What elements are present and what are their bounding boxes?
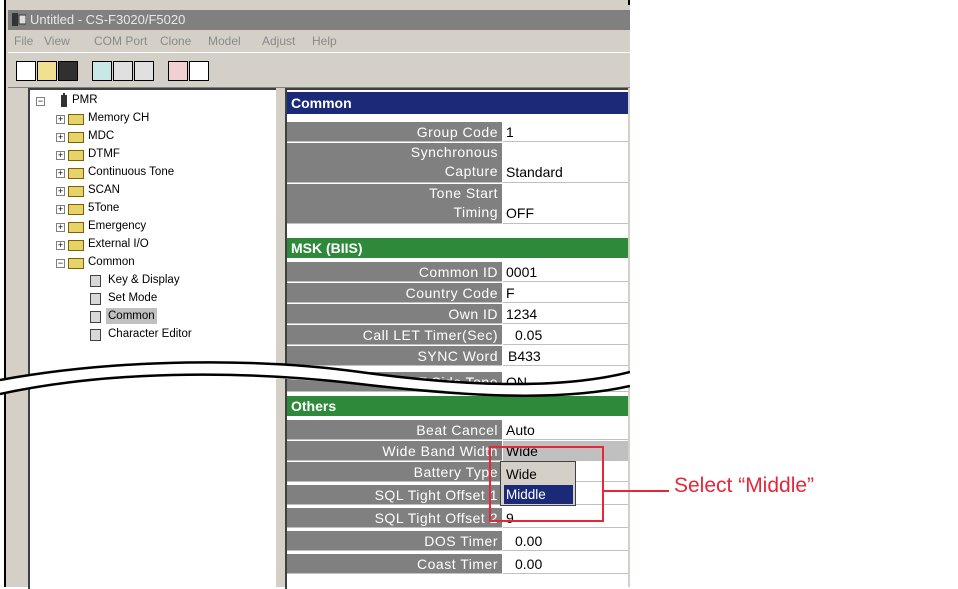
label-sql-tight-offset-1: SQL Tight Offset 1: [287, 485, 502, 505]
transfer-icon[interactable]: [134, 61, 154, 81]
document-icon: [90, 329, 101, 341]
cut-break-mark: [0, 361, 630, 397]
value-country-code[interactable]: F: [503, 283, 628, 303]
app-icon: [12, 13, 26, 26]
folder-icon: [68, 186, 84, 197]
label-country-code: Country Code: [287, 283, 502, 303]
tree-item-set-mode[interactable]: Set Mode: [108, 290, 157, 306]
tree-item-dtmf[interactable]: DTMF: [88, 146, 120, 162]
radio-icon: [61, 93, 67, 107]
title-bar: Untitled - CS-F3020/F5020: [8, 10, 630, 30]
tree-item-common[interactable]: Common: [88, 254, 135, 270]
value-dos-timer[interactable]: 0.00: [503, 531, 628, 551]
tree-item-external-io[interactable]: External I/O: [88, 236, 149, 252]
collapse-icon[interactable]: −: [36, 97, 45, 106]
expand-icon[interactable]: +: [56, 187, 65, 196]
help-pointer-icon[interactable]: [189, 61, 209, 81]
label-line: Capture: [444, 163, 498, 179]
value-call-let-timer[interactable]: 0.05: [503, 325, 628, 345]
label-dos-timer: DOS Timer: [287, 531, 502, 551]
read-radio-icon[interactable]: [92, 61, 112, 81]
label-group-code: Group Code: [287, 122, 502, 142]
tree-item-memory-ch[interactable]: Memory CH: [88, 110, 149, 126]
callout-text: Select “Middle”: [674, 474, 815, 497]
label-call-let-timer: Call LET Timer(Sec): [287, 325, 502, 345]
window-edge: [628, 0, 630, 5]
menu-file[interactable]: File: [14, 34, 33, 48]
value-tone-start-timing[interactable]: OFF: [503, 184, 628, 224]
expand-icon[interactable]: +: [56, 169, 65, 178]
label-coast-timer: Coast Timer: [287, 554, 502, 574]
document-icon: [90, 275, 101, 287]
tree-item-5tone[interactable]: 5Tone: [88, 200, 119, 216]
folder-icon: [68, 114, 84, 125]
callout-line: [604, 490, 669, 492]
save-icon[interactable]: [58, 61, 78, 81]
section-header-msk: MSK (BIIS): [287, 238, 628, 258]
expand-icon[interactable]: +: [56, 205, 65, 214]
menu-com-port[interactable]: COM Port: [94, 34, 147, 48]
expand-icon[interactable]: +: [56, 223, 65, 232]
document-icon: [90, 293, 101, 305]
value-common-id[interactable]: 0001: [503, 262, 628, 282]
menu-clone[interactable]: Clone: [160, 34, 191, 48]
label-wide-band-width: Wide Band Width: [287, 441, 502, 461]
highlight-box: [489, 446, 604, 522]
label-common-id: Common ID: [287, 262, 502, 282]
folder-icon: [68, 204, 84, 215]
value-synchronous-capture[interactable]: Standard: [503, 143, 628, 183]
tree-item-continuous-tone[interactable]: Continuous Tone: [88, 164, 174, 180]
value-own-id[interactable]: 1234: [503, 304, 628, 324]
value-coast-timer[interactable]: 0.00: [503, 554, 628, 574]
value-beat-cancel[interactable]: Auto: [503, 420, 628, 440]
label-line: Synchronous: [410, 144, 498, 160]
write-radio-icon[interactable]: [113, 61, 133, 81]
label-own-id: Own ID: [287, 304, 502, 324]
tree-item-emergency[interactable]: Emergency: [88, 218, 146, 234]
tree-item-character-editor[interactable]: Character Editor: [108, 326, 192, 342]
toolbar: [8, 52, 630, 88]
menu-adjust[interactable]: Adjust: [262, 34, 295, 48]
expand-icon[interactable]: +: [56, 151, 65, 160]
menu-bar: File View COM Port Clone Model Adjust He…: [8, 31, 630, 51]
open-folder-icon: [68, 258, 84, 269]
label-synchronous-capture: Synchronous Capture: [287, 143, 502, 183]
label-line: Timing: [453, 204, 498, 220]
value-group-code[interactable]: 1: [503, 122, 628, 142]
tree-item-mdc[interactable]: MDC: [88, 128, 114, 144]
folder-icon: [68, 168, 84, 179]
open-folder-icon[interactable]: [37, 61, 57, 81]
document-icon: [90, 311, 101, 323]
folder-icon: [68, 222, 84, 233]
menu-view[interactable]: View: [44, 34, 70, 48]
label-line: Tone Start: [429, 185, 498, 201]
splitter[interactable]: [276, 88, 284, 587]
label-sql-tight-offset-2: SQL Tight Offset 2: [287, 508, 502, 528]
label-tone-start-timing: Tone Start Timing: [287, 184, 502, 224]
expand-icon[interactable]: +: [56, 241, 65, 250]
label-beat-cancel: Beat Cancel: [287, 420, 502, 440]
window-title: Untitled - CS-F3020/F5020: [30, 12, 186, 27]
folder-icon: [68, 240, 84, 251]
collapse-icon[interactable]: −: [56, 259, 65, 268]
menu-help[interactable]: Help: [312, 34, 337, 48]
expand-icon[interactable]: +: [56, 133, 65, 142]
folder-icon: [68, 150, 84, 161]
section-header-common: Common: [287, 92, 628, 114]
tree-item-common-selected[interactable]: Common: [106, 308, 157, 324]
new-file-icon[interactable]: [16, 61, 36, 81]
adjust-tool-icon[interactable]: [168, 61, 188, 81]
tree-view: − PMR + Memory CH + MDC + DTMF + Continu…: [28, 88, 278, 589]
tree-root-pmr[interactable]: PMR: [72, 92, 98, 108]
expand-icon[interactable]: +: [56, 115, 65, 124]
tree-item-key-display[interactable]: Key & Display: [108, 272, 180, 288]
folder-icon: [68, 132, 84, 143]
label-battery-type: Battery Type: [287, 462, 502, 482]
menu-model[interactable]: Model: [208, 34, 241, 48]
tree-item-scan[interactable]: SCAN: [88, 182, 120, 198]
